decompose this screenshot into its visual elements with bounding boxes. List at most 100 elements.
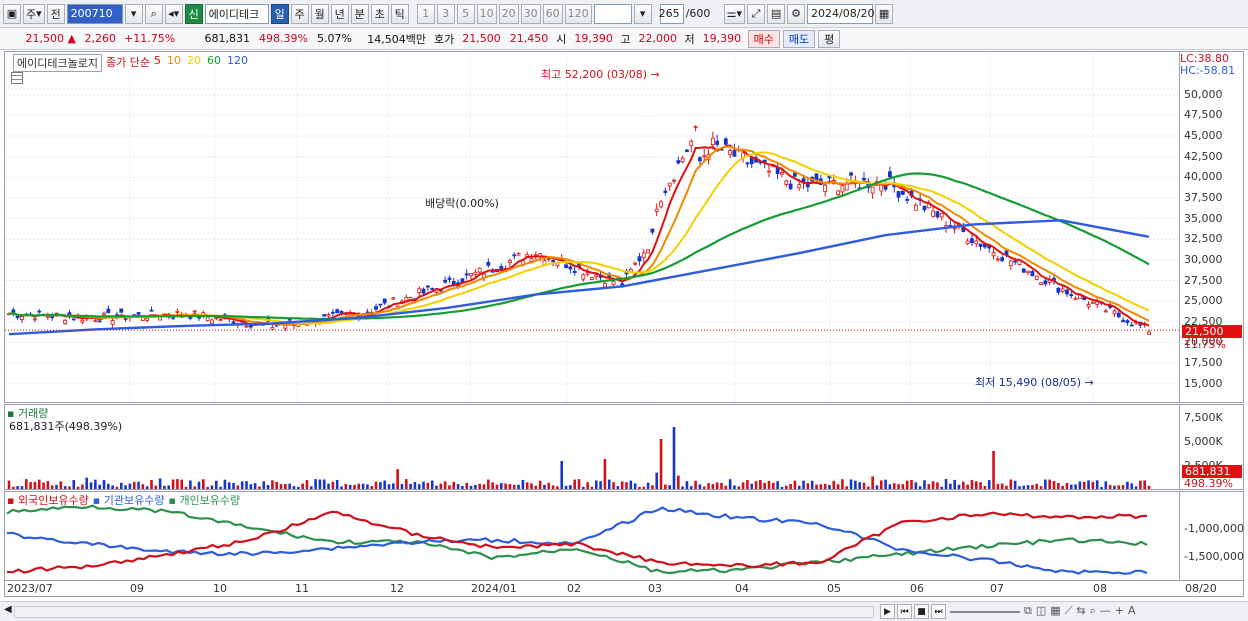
holding-panel[interactable]: ▪ 외국인보유수량 ▪ 기관보유수량 ▪ 개인보유수량 [4,491,1180,581]
period-day[interactable]: 일 [270,3,289,24]
period-year[interactable]: 년 [330,3,349,24]
interval-30[interactable]: 30 [520,3,541,24]
volume-bar [301,483,304,489]
period-month[interactable]: 월 [310,3,329,24]
interval-120[interactable]: 120 [564,3,592,24]
candle-body [136,312,141,315]
volume-bar [1022,485,1026,489]
table-icon[interactable] [11,72,23,84]
stock-code-input[interactable]: 200710 [66,3,123,24]
split-icon[interactable]: ◫ [1036,604,1046,618]
stop-icon[interactable]: ■ [914,604,929,619]
price-panel[interactable]: 에이디테크놀로지 종가 단순 5 10 20 60 120 최고 52,200 (03/… [4,51,1180,403]
interval-5[interactable]: 5 [456,3,475,24]
volume-chart[interactable] [5,405,1179,489]
grid-icon[interactable]: ▦ [1050,604,1060,618]
period-week[interactable]: 주 [290,3,309,24]
candle-body [430,288,435,290]
interval-1[interactable]: 1 [416,3,435,24]
interval-20[interactable]: 20 [498,3,519,24]
interval-60[interactable]: 60 [542,3,563,24]
interval-custom-input[interactable] [593,3,632,24]
candle-body [1008,260,1013,267]
candle-body [935,211,940,218]
volume-bar [512,484,516,489]
volume-panel[interactable]: ▪ 거래량 681,831주(498.39%) [4,404,1180,490]
volume-bar [452,481,456,489]
candle-body [499,266,504,270]
candle-body [814,173,819,181]
candle-body [689,140,694,146]
zoom-slider[interactable] [950,604,1020,613]
candle-body [63,319,68,325]
candle-body [1095,301,1100,305]
volume-bar [482,484,486,489]
vol-tick-7500k: 7,500K [1184,411,1223,424]
count-input[interactable]: 265 [659,3,684,24]
price-chart[interactable] [5,52,1179,402]
scroll-left-icon[interactable]: ◀ [4,604,12,615]
volume-bar [413,482,417,489]
bid-price-2: 21,450 [509,32,549,45]
interval-dropdown[interactable]: ▾ [633,3,652,24]
scrollbar[interactable] [14,606,874,618]
volume-bar [564,485,568,489]
volume-bar [750,483,754,489]
calendar-icon[interactable]: ▦ [875,3,894,24]
settings-icon[interactable]: ⚙ [787,3,806,24]
trend-icon[interactable]: ⟋ [1065,604,1073,618]
period-select[interactable]: 주 ▾ [23,3,45,24]
vol-tick-5000k: 5,000K [1184,435,1223,448]
candle-body [270,327,275,330]
search-icon[interactable]: ⌕ [144,3,163,24]
period-tick[interactable]: 틱 [390,3,409,24]
eval-button[interactable]: 평 [818,29,841,48]
font-icon[interactable]: A [1128,604,1136,618]
speaker-icon[interactable]: ◂▾ [164,3,183,24]
candle-body [45,315,50,318]
scroll-right-icon[interactable]: ▶ [880,604,895,619]
compare-icon[interactable]: ⇆ [1076,604,1085,618]
chart-area[interactable]: 에이디테크놀로지 종가 단순 5 10 20 60 120 최고 52,200 (03/… [0,51,1248,601]
volume-bar [689,486,693,489]
volume-bar [1100,486,1103,489]
date-input[interactable]: 2024/08/20 [807,3,874,24]
x-axis-label: 08 [1093,582,1107,595]
zoom-out-icon[interactable]: — [1100,604,1111,618]
code-dropdown[interactable]: ▾ [124,3,143,24]
forward-icon[interactable]: ⏭ [931,604,946,619]
volume-bar [702,486,706,489]
price-tick: 40,000 [1184,170,1223,184]
zoom-icon[interactable]: ⌕ [1090,604,1096,618]
draw-tool-icon[interactable]: ⤢ [747,3,766,24]
buy-button[interactable]: 매수 [747,29,780,48]
volume-bar [910,480,913,489]
interval-3[interactable]: 3 [436,3,455,24]
volume-bar [1013,480,1017,489]
save-icon[interactable]: ▤ [767,3,786,24]
volume-bar [1035,483,1039,489]
chart-type-icon[interactable]: ⚌▾ [723,3,746,24]
price-axis: LC:38.80 HC:-58.81 50,000 47,500 45,000 42,… [1180,51,1244,403]
candle-body [473,271,478,275]
hold-tick-2: -1,500,000 [1184,550,1244,563]
volume-bar [556,486,559,489]
sell-button[interactable]: 매도 [782,29,816,48]
volume-bar [534,485,538,489]
rewind-icon[interactable]: ⏮ [897,604,912,619]
volume-bar [530,483,533,489]
candle-body [775,167,780,175]
volume-bar [279,484,283,489]
ma-line-10 [8,145,1150,326]
layout-icon[interactable]: ⧉ [1024,604,1032,618]
interval-10[interactable]: 10 [476,3,497,24]
period-minute[interactable]: 분 [350,3,369,24]
period-second[interactable]: 초 [370,3,389,24]
volume-bar [914,482,918,489]
window-icon[interactable]: ▣ [3,3,21,24]
volume-bar [707,483,710,489]
prev-button[interactable]: 전 [46,3,65,24]
volume-bar [1134,486,1138,489]
zoom-in-icon[interactable]: + [1115,604,1124,618]
hc-value: HC:-58.81 [1180,64,1236,77]
